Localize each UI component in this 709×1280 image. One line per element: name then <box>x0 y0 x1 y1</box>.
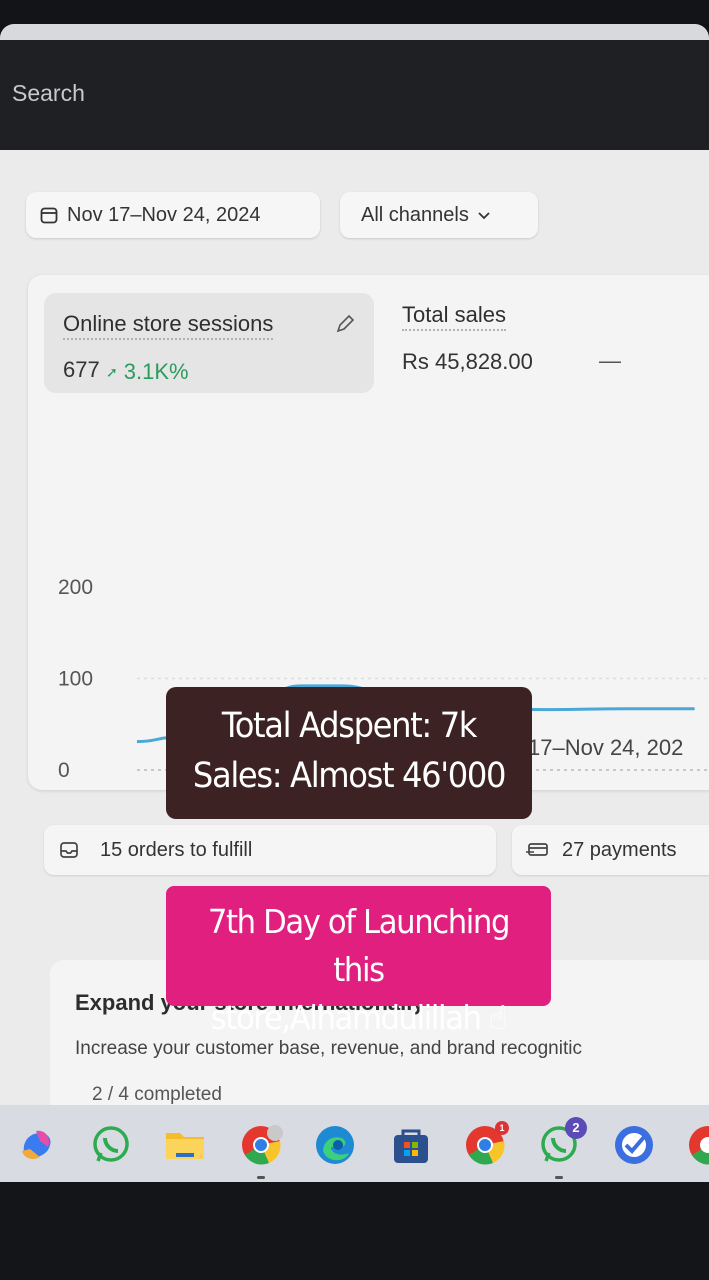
edge-icon[interactable] <box>313 1123 357 1167</box>
payments-label: 27 payments <box>562 838 677 861</box>
chevron-down-icon <box>478 212 490 220</box>
y-tick-label: 100 <box>58 668 93 691</box>
channels-label: All channels <box>361 203 469 226</box>
orders-to-fulfill-button[interactable]: 15 orders to fulfill <box>44 825 496 875</box>
top-strip <box>0 0 709 24</box>
chrome-icon[interactable] <box>239 1123 283 1179</box>
y-tick-label: 200 <box>58 576 93 599</box>
whatsapp-notified-icon[interactable]: 2 <box>537 1117 587 1179</box>
notification-badge: 2 <box>565 1117 587 1139</box>
bottom-bezel <box>0 1182 709 1280</box>
chrome-icon-partial[interactable] <box>686 1123 709 1167</box>
adspent-line: Total Adspent: 7k <box>221 706 478 746</box>
launch-line-1: 7th Day of Launching this <box>207 902 511 989</box>
running-indicator <box>555 1176 563 1179</box>
file-explorer-icon[interactable] <box>163 1123 207 1167</box>
sales-line: Sales: Almost 46'000 <box>192 756 507 796</box>
search-field[interactable]: Search <box>12 80 85 107</box>
copilot-icon[interactable] <box>14 1123 58 1167</box>
date-range-button[interactable]: Nov 17–Nov 24, 2024 <box>26 192 320 238</box>
orders-label: 15 orders to fulfill <box>100 838 253 861</box>
payments-button[interactable]: 27 payments <box>512 825 709 875</box>
y-tick-label: 0 <box>58 759 70 782</box>
windows-taskbar: 1 2 <box>0 1105 709 1182</box>
channels-dropdown[interactable]: All channels <box>340 192 538 238</box>
admin-top-bar: Search <box>0 40 709 150</box>
whatsapp-icon[interactable] <box>89 1123 133 1167</box>
store-icon[interactable] <box>389 1123 433 1167</box>
launch-caption: 7th Day of Launching this store,Alhamdul… <box>166 886 551 1037</box>
vpn-icon[interactable] <box>612 1123 656 1167</box>
chrome-profile-icon[interactable]: 1 <box>463 1121 509 1167</box>
inbox-icon <box>60 842 78 858</box>
screen-bezel <box>0 24 709 40</box>
launch-line-2: store,Alhamdulillah ☝ <box>210 998 508 1037</box>
date-range-label: Nov 17–Nov 24, 2024 <box>67 203 261 226</box>
running-indicator <box>257 1176 265 1179</box>
notification-badge: 1 <box>495 1121 509 1135</box>
calendar-icon <box>40 207 58 224</box>
payment-icon <box>526 843 548 856</box>
comparison-date-label: 17–Nov 24, 202 <box>528 735 684 760</box>
expand-progress: 2 / 4 completed <box>92 1084 222 1105</box>
adspent-caption: Total Adspent: 7k Sales: Almost 46'000 <box>166 687 532 819</box>
